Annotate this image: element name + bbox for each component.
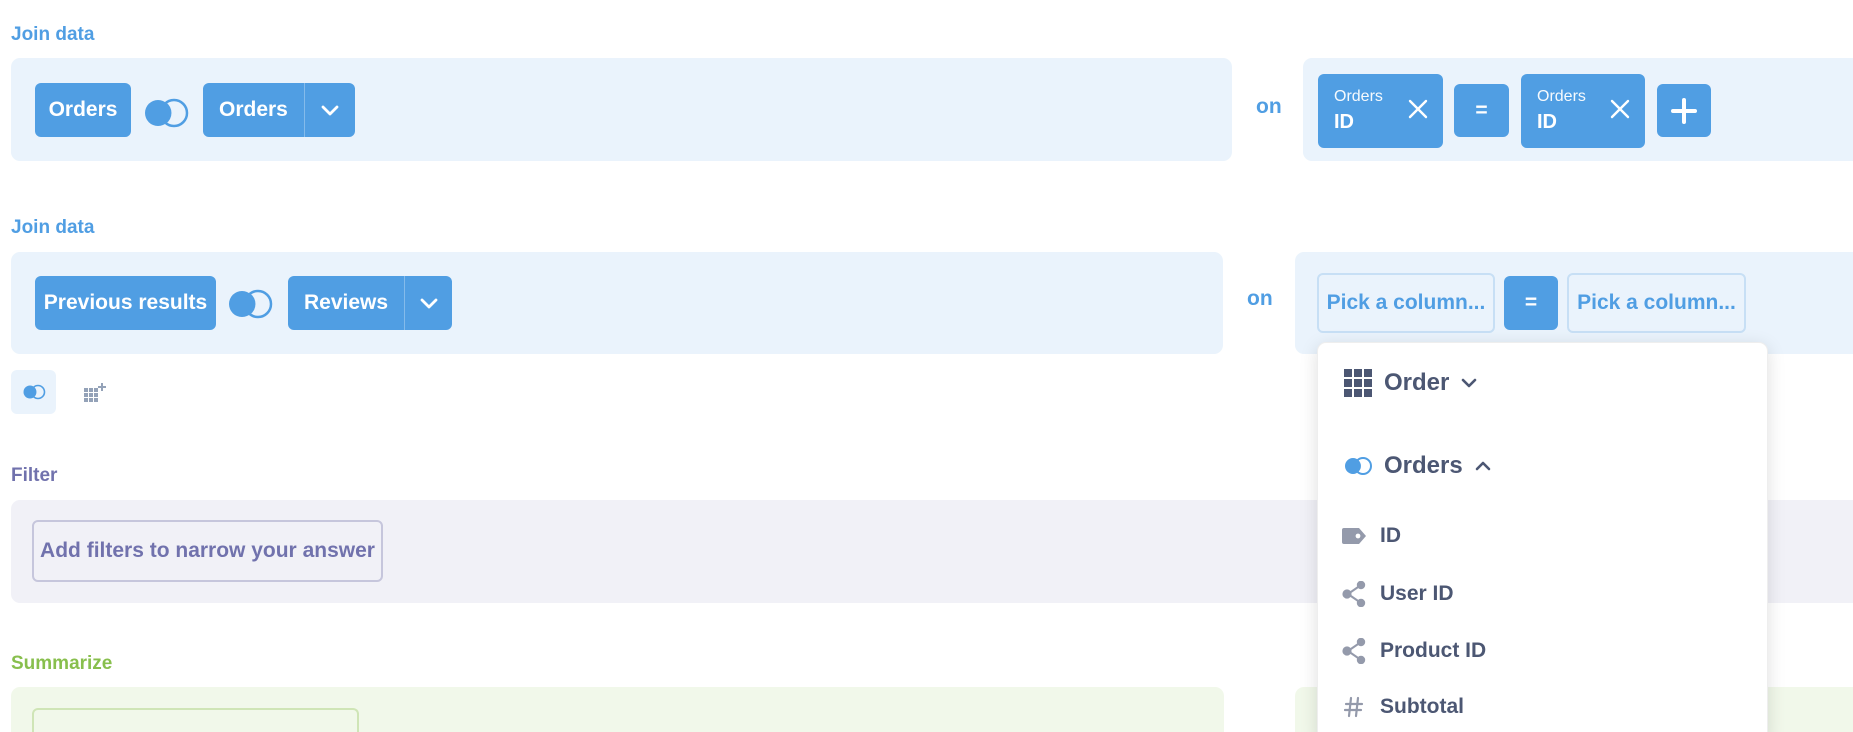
add-condition-button[interactable] (1657, 84, 1711, 137)
right-column-placeholder: Pick a column... (1577, 291, 1736, 314)
chevron-up-icon (1475, 461, 1491, 471)
plus-icon (1671, 97, 1697, 124)
join-type-venn-icon[interactable] (143, 98, 191, 128)
chevron-down-icon[interactable] (404, 276, 452, 330)
right-table-label: Reviews (304, 291, 389, 314)
right-table-picker[interactable]: Orders (203, 83, 355, 137)
right-join-column-table: Orders (1537, 88, 1586, 105)
add-filter-label: Add filters to narrow your answer (40, 539, 375, 562)
join-type-venn-icon[interactable] (227, 289, 275, 319)
previous-results-button[interactable]: Previous results (35, 276, 216, 330)
column-option-user-id[interactable]: User ID (1340, 581, 1454, 607)
column-option-label: Subtotal (1380, 695, 1464, 718)
join-section-label: Join data (11, 24, 95, 45)
left-column-picker[interactable]: Pick a column... (1317, 273, 1495, 333)
add-custom-column-tab[interactable] (72, 370, 117, 414)
summarize-section-label: Summarize (11, 653, 113, 674)
join-venn-icon (1345, 457, 1372, 475)
left-column-placeholder: Pick a column... (1326, 291, 1486, 314)
group-title-orders: Orders (1384, 452, 1463, 479)
add-metric-button[interactable] (32, 708, 359, 732)
left-table-label: Orders (48, 98, 118, 121)
hash-icon (1344, 696, 1364, 718)
connection-icon (1342, 581, 1366, 607)
group-title-order: Order (1384, 369, 1450, 396)
group-header-orders[interactable]: Orders (1344, 452, 1491, 480)
filter-section-label: Filter (11, 465, 58, 486)
right-table-picker[interactable]: Reviews (288, 276, 452, 330)
column-option-product-id[interactable]: Product ID (1340, 638, 1486, 664)
right-table-label: Orders (219, 98, 288, 121)
left-table-button[interactable]: Orders (35, 83, 131, 137)
close-icon[interactable] (1609, 98, 1631, 120)
join-operator-label: = (1475, 98, 1488, 122)
connection-icon (1342, 638, 1366, 664)
join-operator-label: = (1524, 291, 1538, 314)
left-join-column-name: ID (1334, 111, 1354, 133)
column-option-label: ID (1380, 524, 1401, 547)
join-on-label: on (1247, 287, 1273, 310)
join-operator-button[interactable]: = (1504, 276, 1558, 330)
left-join-column-table: Orders (1334, 88, 1383, 105)
group-header-order[interactable]: Order (1344, 369, 1477, 397)
join-venn-icon (23, 384, 45, 400)
add-filter-button[interactable]: Add filters to narrow your answer (32, 520, 383, 582)
join-on-label: on (1256, 95, 1282, 118)
column-option-subtotal[interactable]: Subtotal (1340, 695, 1464, 719)
right-column-picker[interactable]: Pick a column... (1567, 273, 1746, 333)
column-option-id[interactable]: ID (1340, 524, 1401, 548)
chevron-down-icon[interactable] (303, 83, 355, 137)
column-option-label: User ID (1380, 582, 1454, 605)
column-option-label: Product ID (1380, 639, 1487, 662)
add-column-icon (83, 383, 106, 402)
column-picker-popover: Order Orders ID User ID Product ID Subto… (1317, 342, 1768, 732)
right-join-column[interactable]: Orders ID (1521, 74, 1645, 148)
chevron-down-icon (1462, 378, 1477, 388)
close-icon[interactable] (1407, 98, 1429, 120)
tag-icon (1342, 528, 1366, 544)
table-grid-icon (1344, 369, 1372, 397)
right-join-column-name: ID (1537, 111, 1557, 133)
join-section-label: Join data (11, 217, 95, 238)
join-step-tab[interactable] (11, 370, 56, 414)
join-operator-button[interactable]: = (1454, 84, 1509, 137)
previous-results-label: Previous results (43, 291, 208, 314)
left-join-column[interactable]: Orders ID (1318, 74, 1443, 148)
join-source-panel (11, 58, 1232, 161)
